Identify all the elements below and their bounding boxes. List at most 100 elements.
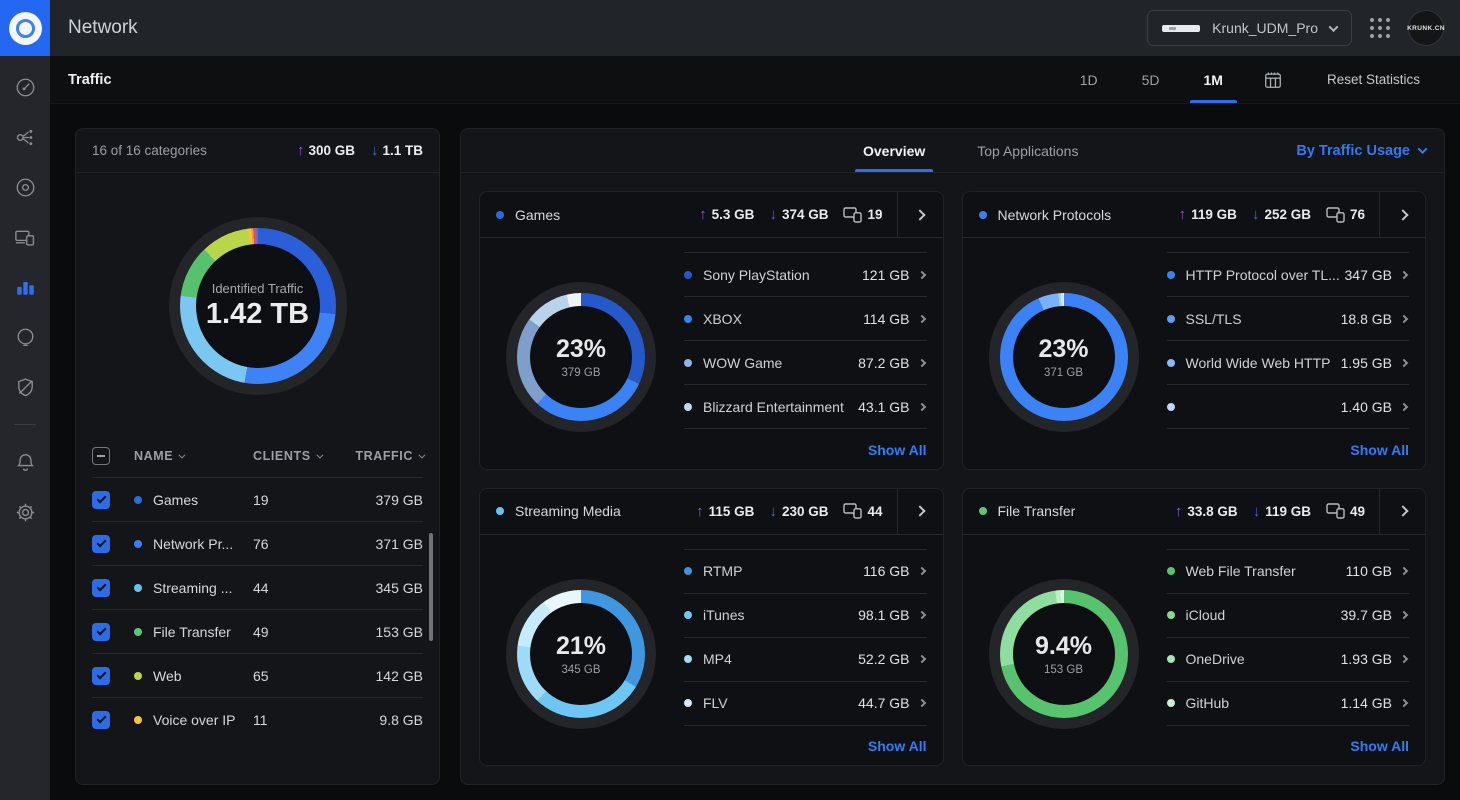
unifi-logo[interactable] — [0, 0, 50, 56]
app-traffic-value: 52.2 GB — [858, 651, 909, 667]
table-row[interactable]: Streaming ... 44 345 GB — [92, 565, 423, 609]
row-traffic: 142 GB — [331, 668, 423, 684]
app-row[interactable]: MP4 52.2 GB — [684, 637, 927, 681]
row-checkbox[interactable] — [92, 579, 110, 597]
row-clients: 44 — [253, 580, 331, 596]
card-expand-button[interactable] — [1379, 192, 1425, 237]
card-expand-button[interactable] — [897, 489, 943, 534]
table-row[interactable]: File Transfer 49 153 GB — [92, 609, 423, 653]
table-scrollbar[interactable] — [429, 533, 433, 641]
app-row[interactable]: 1.40 GB — [1167, 384, 1410, 428]
sort-chevron-icon[interactable] — [418, 451, 425, 458]
app-row[interactable]: OneDrive 1.93 GB — [1167, 637, 1410, 681]
clients-icon — [1326, 503, 1345, 519]
header-actions: Krunk_UDM_Pro KRUNK.CN — [1147, 10, 1460, 46]
security-icon — [14, 376, 37, 399]
card-category-name: File Transfer — [998, 503, 1076, 519]
table-row[interactable]: Games 19 379 GB — [92, 477, 423, 521]
tab-overview[interactable]: Overview — [861, 129, 927, 172]
show-all-link[interactable]: Show All — [868, 738, 927, 754]
row-checkbox[interactable] — [92, 491, 110, 509]
show-all-link[interactable]: Show All — [1350, 442, 1409, 458]
settings-icon — [14, 501, 37, 524]
table-row[interactable]: Web 65 142 GB — [92, 653, 423, 697]
card-expand-button[interactable] — [897, 192, 943, 237]
app-row[interactable]: SSL/TLS 18.8 GB — [1167, 296, 1410, 340]
apps-grid-icon[interactable] — [1370, 18, 1390, 38]
dashboard-icon — [14, 76, 37, 99]
row-clients: 19 — [253, 492, 331, 508]
app-list: Sony PlayStation 121 GB XBOX 114 GB WOW … — [684, 244, 927, 470]
clients-icon — [13, 226, 37, 249]
card-download: 252 GB — [1264, 207, 1311, 222]
app-traffic-value: 1.93 GB — [1341, 651, 1392, 667]
traffic-toolbar: Traffic 1D 5D 1M Reset Statistics — [50, 56, 1460, 104]
sidebar-item-security[interactable] — [0, 362, 50, 412]
sidebar-item-unifi-devices[interactable] — [0, 162, 50, 212]
app-row[interactable]: Web File Transfer 110 GB — [1167, 549, 1410, 593]
download-total: 1.1 TB — [382, 143, 423, 158]
sort-chevron-icon[interactable] — [179, 451, 186, 458]
card-total-traffic: 345 GB — [562, 664, 601, 676]
console-selector[interactable]: Krunk_UDM_Pro — [1147, 10, 1352, 46]
table-row[interactable]: Network Pr... 76 371 GB — [92, 521, 423, 565]
sidebar-item-settings[interactable] — [0, 487, 50, 537]
app-name: MP4 — [703, 651, 732, 667]
sidebar-item-clients[interactable] — [0, 212, 50, 262]
chevron-right-icon — [1400, 699, 1408, 707]
sort-chevron-icon[interactable] — [316, 451, 323, 458]
app-row[interactable]: GitHub 1.14 GB — [1167, 681, 1410, 725]
card-expand-button[interactable] — [1379, 489, 1425, 534]
column-clients: CLIENTS — [253, 449, 311, 463]
reset-statistics-button[interactable]: Reset Statistics — [1301, 56, 1460, 103]
show-all-link[interactable]: Show All — [1350, 738, 1409, 754]
sidebar-item-dashboard[interactable] — [0, 62, 50, 112]
calendar-icon[interactable] — [1245, 56, 1301, 103]
app-row[interactable]: RTMP 116 GB — [684, 549, 927, 593]
range-tab-1m[interactable]: 1M — [1182, 56, 1245, 103]
card-download: 374 GB — [782, 207, 829, 222]
tab-top-applications[interactable]: Top Applications — [975, 129, 1080, 172]
app-name: iCloud — [1186, 607, 1226, 623]
app-color-dot — [1167, 655, 1175, 663]
console-name: Krunk_UDM_Pro — [1212, 20, 1318, 36]
sidebar-nav — [0, 56, 50, 800]
row-checkbox[interactable] — [92, 667, 110, 685]
app-row[interactable]: iCloud 39.7 GB — [1167, 593, 1410, 637]
app-row[interactable]: iTunes 98.1 GB — [684, 593, 927, 637]
upload-total: 300 GB — [308, 143, 355, 158]
app-row[interactable]: Sony PlayStation 121 GB — [684, 252, 927, 296]
row-checkbox[interactable] — [92, 711, 110, 729]
range-tab-1d[interactable]: 1D — [1058, 56, 1120, 103]
sort-by-dropdown[interactable]: By Traffic Usage — [1296, 129, 1426, 172]
row-checkbox[interactable] — [92, 535, 110, 553]
chevron-down-icon — [1329, 22, 1339, 32]
app-row[interactable]: Blizzard Entertainment 43.1 GB — [684, 384, 927, 428]
app-color-dot — [1167, 611, 1175, 619]
panel-traffic-totals: ↑300 GB ↓1.1 TB — [297, 143, 423, 158]
app-name: XBOX — [703, 311, 742, 327]
table-row[interactable]: Voice over IP 11 9.8 GB — [92, 697, 423, 741]
sidebar-item-topology[interactable] — [0, 112, 50, 162]
app-row[interactable]: XBOX 114 GB — [684, 296, 927, 340]
row-checkbox[interactable] — [92, 623, 110, 641]
app-row[interactable]: World Wide Web HTTP 1.95 GB — [1167, 340, 1410, 384]
range-tab-5d[interactable]: 5D — [1120, 56, 1182, 103]
app-row[interactable]: WOW Game 87.2 GB — [684, 340, 927, 384]
app-row[interactable]: FLV 44.7 GB — [684, 681, 927, 725]
select-all-checkbox[interactable] — [92, 447, 110, 465]
app-traffic-value: 1.14 GB — [1341, 695, 1392, 711]
app-traffic-value: 39.7 GB — [1341, 607, 1392, 623]
sidebar-item-insights[interactable] — [0, 312, 50, 362]
categories-table: NAME CLIENTS TRAFFIC Games 19 379 GB Net… — [76, 435, 439, 741]
app-color-dot — [684, 655, 692, 663]
show-all-link[interactable]: Show All — [868, 442, 927, 458]
overview-tabs-bar: Overview Top Applications By Traffic Usa… — [461, 129, 1444, 173]
app-row[interactable]: HTTP Protocol over TL... 347 GB — [1167, 252, 1410, 296]
sidebar-item-statistics[interactable] — [0, 262, 50, 312]
avatar[interactable]: KRUNK.CN — [1408, 10, 1444, 46]
upload-arrow-icon: ↑ — [699, 207, 707, 222]
app-traffic-value: 121 GB — [862, 267, 909, 283]
chevron-right-icon — [1400, 314, 1408, 322]
sidebar-item-notifications[interactable] — [0, 437, 50, 487]
